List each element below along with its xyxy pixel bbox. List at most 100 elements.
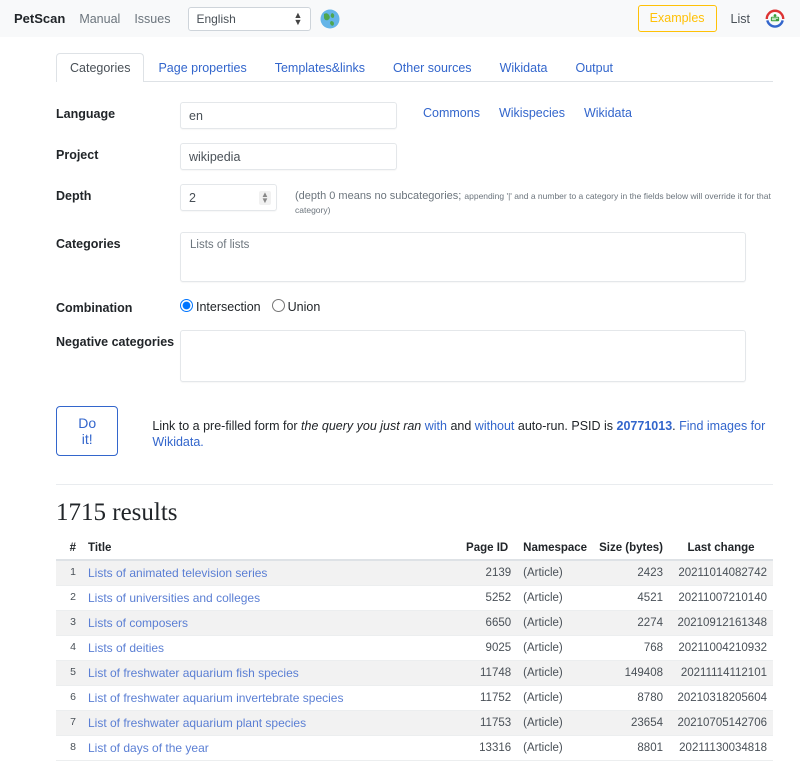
cell-namespace: (Article): [517, 585, 594, 611]
field-row-negative-categories: Negative categories: [56, 329, 773, 382]
cell-page-id: 13316: [457, 735, 518, 761]
radio-union[interactable]: [271, 298, 285, 312]
cell-last-change: 20210318205604: [669, 685, 773, 711]
cell-page-id: 11753: [457, 710, 518, 736]
navbar-right-group: Examples List: [637, 5, 786, 32]
result-title-link[interactable]: List of freshwater aquarium fish species: [88, 666, 299, 680]
depth-hint: (depth 0 means no subcategories; appendi…: [295, 184, 773, 218]
globe-icon: [320, 9, 340, 29]
column-header-last-change[interactable]: Last change: [669, 536, 773, 561]
negative-categories-textarea[interactable]: [180, 329, 746, 382]
cell-number: 4: [56, 635, 82, 661]
do-it-button[interactable]: Do it!: [56, 405, 119, 456]
link-wikispecies[interactable]: Wikispecies: [499, 106, 565, 120]
link-psid[interactable]: 20771013: [617, 419, 673, 433]
field-row-project: Project: [56, 143, 773, 170]
project-input[interactable]: [180, 143, 397, 170]
control-categories: Lists of lists: [180, 231, 773, 282]
depth-hint-main: (depth 0 means no subcategories;: [295, 190, 462, 202]
cell-number: 2: [56, 585, 82, 611]
cell-size: 2274: [593, 610, 669, 636]
result-title-link[interactable]: List of freshwater aquarium plant specie…: [88, 716, 306, 730]
cell-last-change: 20211014082742: [669, 559, 773, 586]
cell-namespace: (Article): [517, 610, 594, 636]
field-row-depth: Depth ▲▼ (depth 0 means no subcategories…: [56, 184, 773, 218]
field-row-language: Language Commons Wikispecies Wikidata: [56, 102, 773, 129]
cell-page-id: 11748: [457, 660, 518, 686]
column-header-namespace[interactable]: Namespace: [517, 536, 594, 561]
result-title-link[interactable]: List of days of the year: [88, 741, 209, 755]
table-row: 1 Lists of animated television series 2139…: [56, 559, 773, 586]
table-row: 6 List of freshwater aquarium invertebrat…: [56, 685, 773, 711]
examples-button[interactable]: Examples: [637, 5, 717, 32]
cell-namespace: (Article): [517, 660, 594, 686]
cell-size: 768: [593, 635, 669, 661]
tab-other-sources[interactable]: Other sources: [379, 53, 486, 82]
result-title-link[interactable]: Lists of composers: [88, 616, 188, 630]
column-header-title[interactable]: Title: [82, 536, 458, 561]
cell-page-id: 9025: [457, 635, 518, 661]
brand-petscan[interactable]: PetScan: [14, 11, 65, 26]
radio-label-intersection: Intersection: [196, 299, 261, 314]
table-row: 2 Lists of universities and colleges 5252(…: [56, 585, 773, 611]
language-input[interactable]: [180, 102, 397, 129]
tab-templates-links[interactable]: Templates&links: [261, 53, 379, 82]
cell-namespace: (Article): [517, 735, 594, 761]
text-and: and: [446, 418, 475, 433]
link-without-autorun[interactable]: without: [475, 419, 515, 433]
cell-title: Lists of deities: [82, 635, 458, 661]
tab-wikidata[interactable]: Wikidata: [486, 53, 562, 82]
list-link[interactable]: List: [731, 12, 750, 26]
cell-page-id: 11752: [457, 685, 518, 711]
cell-number: 8: [56, 735, 82, 761]
text-query-emphasis: the query you just ran: [301, 418, 422, 433]
categories-textarea[interactable]: Lists of lists: [180, 231, 746, 282]
tab-output[interactable]: Output: [562, 53, 628, 82]
submit-row: Do it! Link to a pre-filled form for the…: [0, 396, 800, 456]
results-table: # Title Page ID Namespace Size (bytes) L…: [56, 536, 773, 761]
language-select-wrapper: English ▲ ▼: [184, 6, 312, 31]
control-combination: Intersection Union: [180, 296, 773, 314]
control-negative-categories: [180, 329, 773, 382]
tab-categories[interactable]: Categories: [56, 53, 145, 82]
cell-namespace: (Article): [517, 685, 594, 711]
link-commons[interactable]: Commons: [423, 106, 480, 120]
language-select[interactable]: English: [188, 6, 312, 31]
result-title-link[interactable]: Lists of universities and colleges: [88, 591, 260, 605]
table-row: 4 Lists of deities 9025 (Article) 768 2021100…: [56, 635, 773, 661]
depth-input[interactable]: [180, 184, 277, 211]
link-wikidata[interactable]: Wikidata: [584, 106, 632, 120]
results-divider: [56, 483, 773, 485]
column-header-page-id[interactable]: Page ID: [457, 536, 518, 561]
result-title-link[interactable]: Lists of animated television series: [88, 566, 267, 580]
results-table-head: # Title Page ID Namespace Size (bytes) L…: [56, 536, 773, 561]
categories-form: Language Commons Wikispecies Wikidata Pr…: [0, 82, 800, 382]
table-row: 5 List of freshwater aquarium fish specie…: [56, 660, 773, 686]
cell-title: Lists of animated television series: [82, 559, 458, 586]
text-psid-prefix: auto-run. PSID is: [514, 418, 617, 433]
result-title-link[interactable]: List of freshwater aquarium invertebrate…: [88, 691, 343, 705]
column-header-size[interactable]: Size (bytes): [593, 536, 669, 561]
field-row-combination: Combination Intersection Union: [56, 296, 773, 316]
link-with-autorun[interactable]: with: [425, 419, 447, 433]
cell-size: 8780: [593, 685, 669, 711]
cell-size: 149408: [593, 660, 669, 686]
result-title-link[interactable]: Lists of deities: [88, 641, 164, 655]
column-header-number[interactable]: #: [56, 536, 82, 561]
radio-option-intersection[interactable]: Intersection: [180, 298, 261, 314]
results-table-body: 1 Lists of animated television series 2139…: [56, 559, 773, 761]
label-combination: Combination: [56, 300, 133, 315]
cell-size: 2423: [593, 559, 669, 586]
tab-page-properties[interactable]: Page properties: [144, 53, 260, 82]
cell-title: Lists of composers: [82, 610, 458, 636]
cell-page-id: 2139: [457, 559, 518, 586]
nav-link-manual[interactable]: Manual: [79, 12, 120, 26]
radio-intersection[interactable]: [180, 298, 193, 312]
nav-link-issues[interactable]: Issues: [134, 12, 170, 26]
cell-namespace: (Article): [517, 559, 594, 586]
combination-radio-group: Intersection Union: [180, 296, 326, 314]
wikidata-logo-icon[interactable]: [764, 8, 786, 30]
cell-number: 5: [56, 660, 82, 686]
radio-option-union[interactable]: Union: [271, 298, 320, 314]
cell-size: 23654: [593, 710, 669, 736]
